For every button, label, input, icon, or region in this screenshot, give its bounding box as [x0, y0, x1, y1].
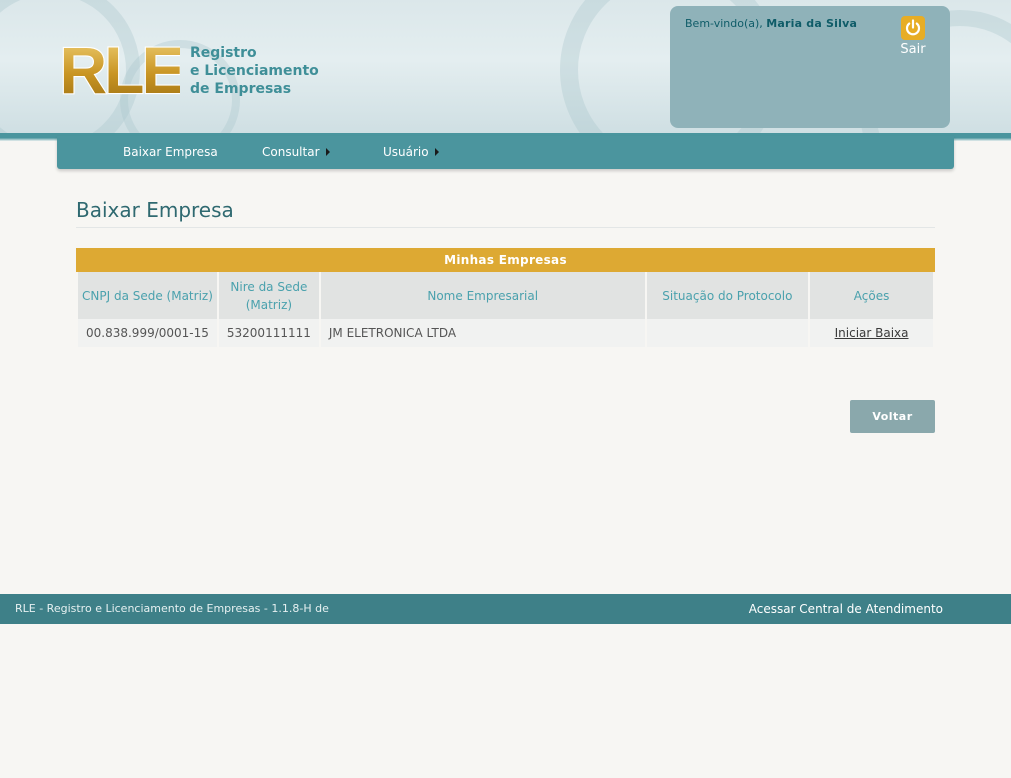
column-header-nome: Nome Empresarial: [320, 272, 645, 319]
table-header-row: CNPJ da Sede (Matriz) Nire da Sede (Matr…: [78, 272, 933, 319]
nav-item-label: Consultar: [262, 145, 320, 159]
main-nav: Baixar Empresa Consultar Usuário: [57, 136, 954, 169]
logout-label: Sair: [900, 42, 926, 57]
column-header-cnpj: CNPJ da Sede (Matriz): [78, 272, 217, 319]
caret-right-icon: [325, 148, 330, 156]
svg-text:RLE: RLE: [62, 40, 180, 98]
welcome-message: Bem-vindo(a), Maria da Silva: [685, 17, 857, 30]
user-name: Maria da Silva: [766, 17, 858, 30]
footer: RLE - Registro e Licenciamento de Empres…: [0, 594, 1011, 624]
cell-cnpj: 00.838.999/0001-15: [78, 319, 217, 347]
table-row: 00.838.999/0001-15 53200111111 JM ELETRO…: [78, 319, 933, 347]
welcome-prefix: Bem-vindo(a),: [685, 17, 763, 30]
header: RLE Registro e Licenciamento de Empresas…: [0, 0, 1011, 133]
logo-line: Registro: [190, 45, 257, 61]
cell-nire: 53200111111: [218, 319, 319, 347]
footer-version-text: RLE - Registro e Licenciamento de Empres…: [15, 602, 329, 615]
support-center-link[interactable]: Acessar Central de Atendimento: [749, 594, 943, 624]
cell-nome: JM ELETRONICA LTDA: [320, 319, 645, 347]
logo-line: de Empresas: [190, 81, 292, 97]
nav-item-label: Usuário: [383, 145, 429, 159]
logo-wordmark: Registro e Licenciamento de Empresas: [190, 44, 319, 98]
column-header-nire: Nire da Sede (Matriz): [218, 272, 319, 319]
logo-line: e Licenciamento: [190, 63, 319, 79]
column-header-acoes: Ações: [810, 272, 933, 319]
companies-table: CNPJ da Sede (Matriz) Nire da Sede (Matr…: [76, 272, 935, 347]
rle-logo: RLE: [62, 40, 180, 98]
table-caption: Minhas Empresas: [76, 248, 935, 272]
nav-item-label: Baixar Empresa: [123, 145, 218, 159]
power-icon: [901, 16, 925, 40]
cell-acoes: Iniciar Baixa: [810, 319, 933, 347]
caret-right-icon: [434, 148, 439, 156]
cell-situacao: [646, 319, 809, 347]
logout-button[interactable]: Sair: [896, 16, 930, 57]
iniciar-baixa-link[interactable]: Iniciar Baixa: [835, 326, 909, 340]
page-title: Baixar Empresa: [76, 198, 234, 222]
nav-item-usuario[interactable]: Usuário: [383, 136, 439, 169]
nav-item-consultar[interactable]: Consultar: [262, 136, 330, 169]
back-button[interactable]: Voltar: [850, 400, 935, 433]
title-divider: [76, 227, 935, 228]
nav-item-baixar-empresa[interactable]: Baixar Empresa: [123, 136, 218, 169]
column-header-situacao: Situação do Protocolo: [646, 272, 809, 319]
user-panel: Bem-vindo(a), Maria da Silva Sair: [670, 6, 950, 128]
